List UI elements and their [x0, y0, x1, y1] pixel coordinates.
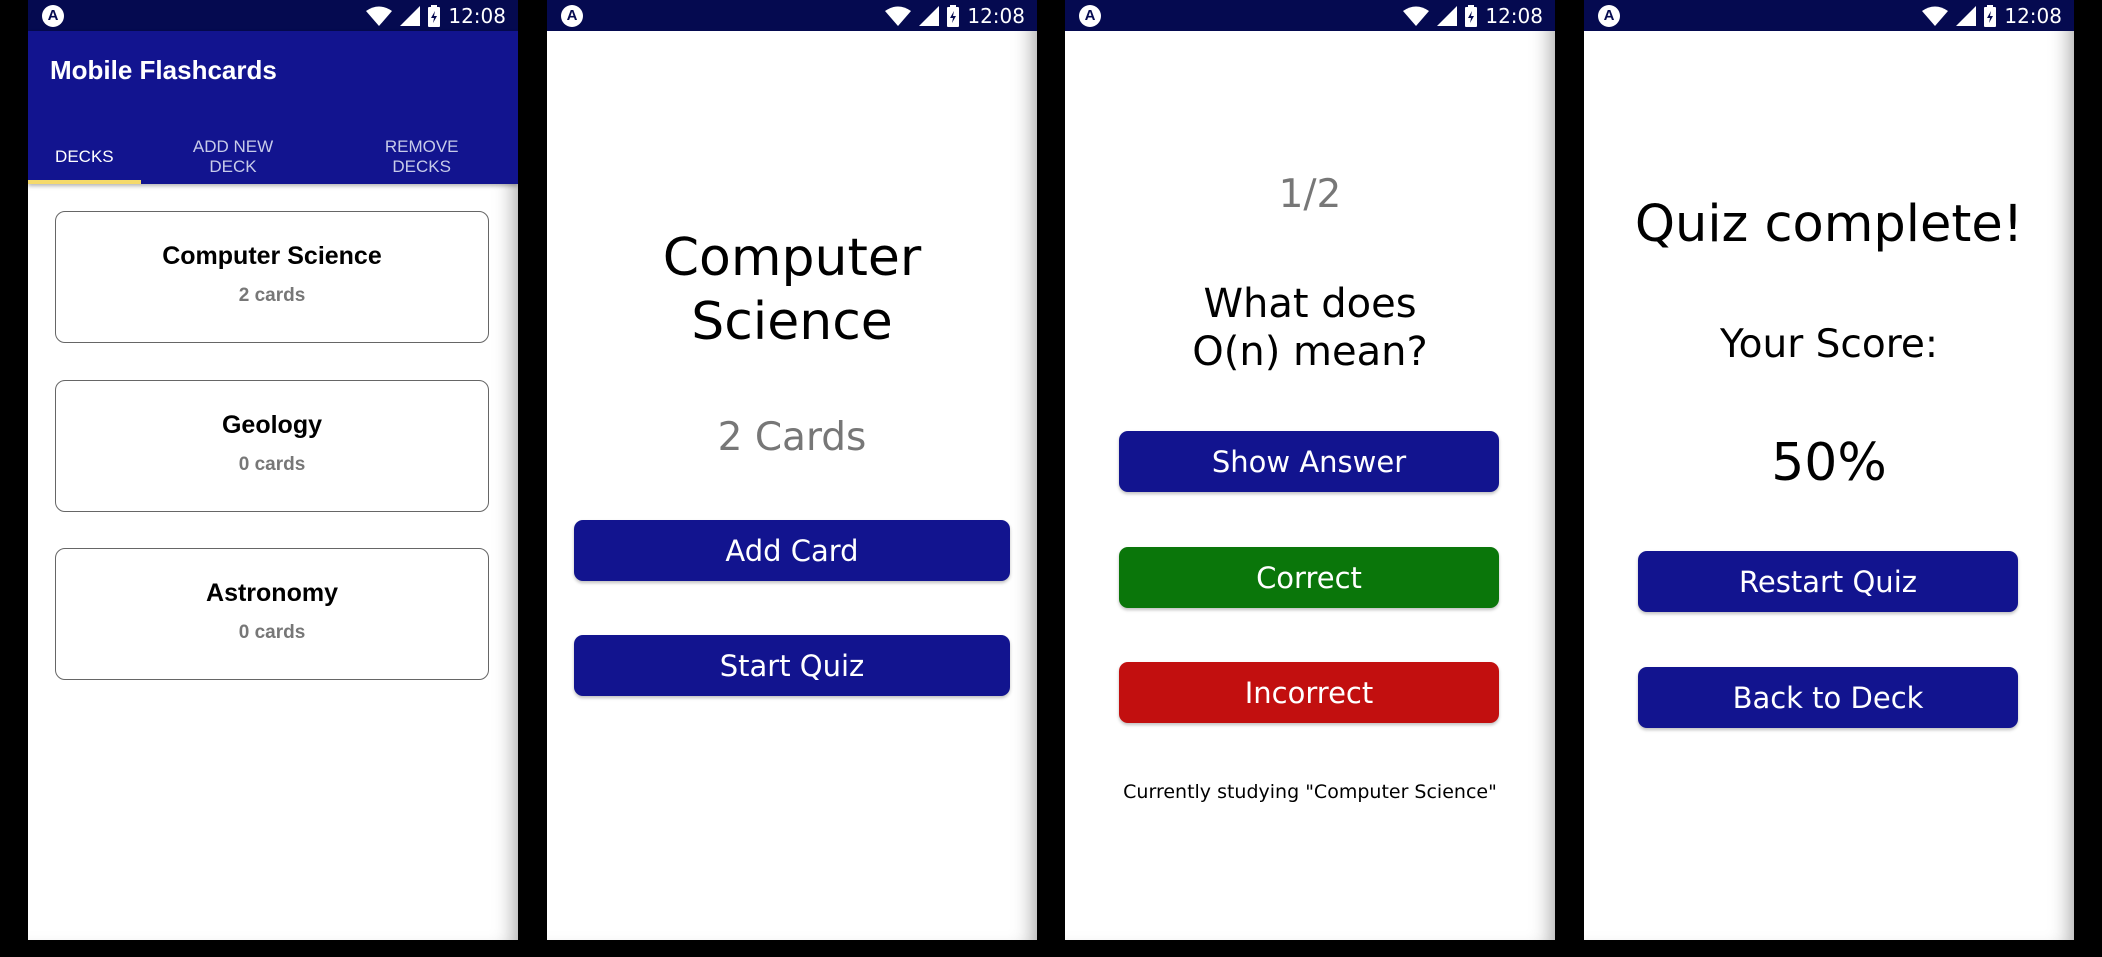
cell-signal-icon: [1956, 6, 1977, 26]
quiz-complete-screen: A 12:08 Quiz complete! Your Score: 50% R…: [1584, 0, 2074, 940]
wifi-icon: [1403, 6, 1430, 26]
status-time: 12:08: [2004, 4, 2062, 28]
cell-signal-icon: [1437, 6, 1458, 26]
back-to-deck-button[interactable]: Back to Deck: [1638, 667, 2018, 728]
decks-screen: A 12:08 Mobile Flashcards DECKS ADD NEW …: [28, 0, 518, 940]
status-bar: A 12:08: [1065, 0, 1555, 31]
tab-bar: DECKS ADD NEW DECK REMOVE DECKS: [28, 130, 518, 184]
status-time: 12:08: [967, 4, 1025, 28]
battery-icon: [1465, 5, 1478, 27]
tab-add-new-deck[interactable]: ADD NEW DECK: [141, 130, 326, 184]
battery-icon: [947, 5, 960, 27]
correct-button[interactable]: Correct: [1119, 547, 1499, 608]
score-label: Your Score:: [1719, 322, 1939, 367]
status-time: 12:08: [448, 4, 506, 28]
quiz-screen: A 12:08 1/2 What does O(n) mean? Show An…: [1065, 0, 1555, 940]
show-answer-button[interactable]: Show Answer: [1119, 431, 1499, 492]
add-card-button[interactable]: Add Card: [574, 520, 1010, 581]
battery-icon: [428, 5, 441, 27]
deck-card-count: 2 cards: [238, 285, 306, 306]
app-title: Mobile Flashcards: [50, 55, 277, 85]
status-bar: A 12:08: [1584, 0, 2074, 31]
quiz-progress: 1/2: [1278, 172, 1342, 217]
deck-title: Computer Science: [162, 242, 382, 270]
quiz-complete-title: Quiz complete!: [1634, 195, 2024, 254]
app-bar: Mobile Flashcards DECKS ADD NEW DECK REM…: [28, 31, 518, 184]
deck-card-count: 2 Cards: [717, 415, 867, 460]
deck-title: Computer Science: [662, 228, 922, 352]
score-value: 50%: [1771, 433, 1887, 493]
wifi-icon: [885, 6, 912, 26]
deck-title: Geology: [221, 411, 322, 439]
incorrect-button[interactable]: Incorrect: [1119, 662, 1499, 723]
question-text: What does O(n) mean?: [1192, 281, 1428, 375]
status-bar: A 12:08: [547, 0, 1037, 31]
tab-remove-decks[interactable]: REMOVE DECKS: [325, 130, 518, 184]
tab-decks[interactable]: DECKS: [28, 130, 141, 184]
cell-signal-icon: [919, 6, 940, 26]
cell-signal-icon: [400, 6, 421, 26]
app-logo-icon: A: [42, 5, 64, 27]
wifi-icon: [1922, 6, 1949, 26]
wifi-icon: [366, 6, 393, 26]
deck-card-count: 0 cards: [238, 454, 306, 475]
currently-studying-text: Currently studying "Computer Science": [1123, 781, 1497, 803]
app-logo-icon: A: [561, 5, 583, 27]
start-quiz-button[interactable]: Start Quiz: [574, 635, 1010, 696]
app-logo-icon: A: [1598, 5, 1620, 27]
deck-title: Astronomy: [206, 579, 338, 607]
status-bar: A 12:08: [28, 0, 518, 31]
deck-card-geology[interactable]: Geology 0 cards: [55, 380, 489, 512]
deck-detail-screen: A 12:08 Computer Science 2 Cards Add Car…: [547, 0, 1037, 940]
battery-icon: [1984, 5, 1997, 27]
deck-card-computer-science[interactable]: Computer Science 2 cards: [55, 211, 489, 343]
restart-quiz-button[interactable]: Restart Quiz: [1638, 551, 2018, 612]
deck-card-count: 0 cards: [238, 622, 306, 643]
status-time: 12:08: [1485, 4, 1543, 28]
app-logo-icon: A: [1079, 5, 1101, 27]
deck-card-astronomy[interactable]: Astronomy 0 cards: [55, 548, 489, 680]
